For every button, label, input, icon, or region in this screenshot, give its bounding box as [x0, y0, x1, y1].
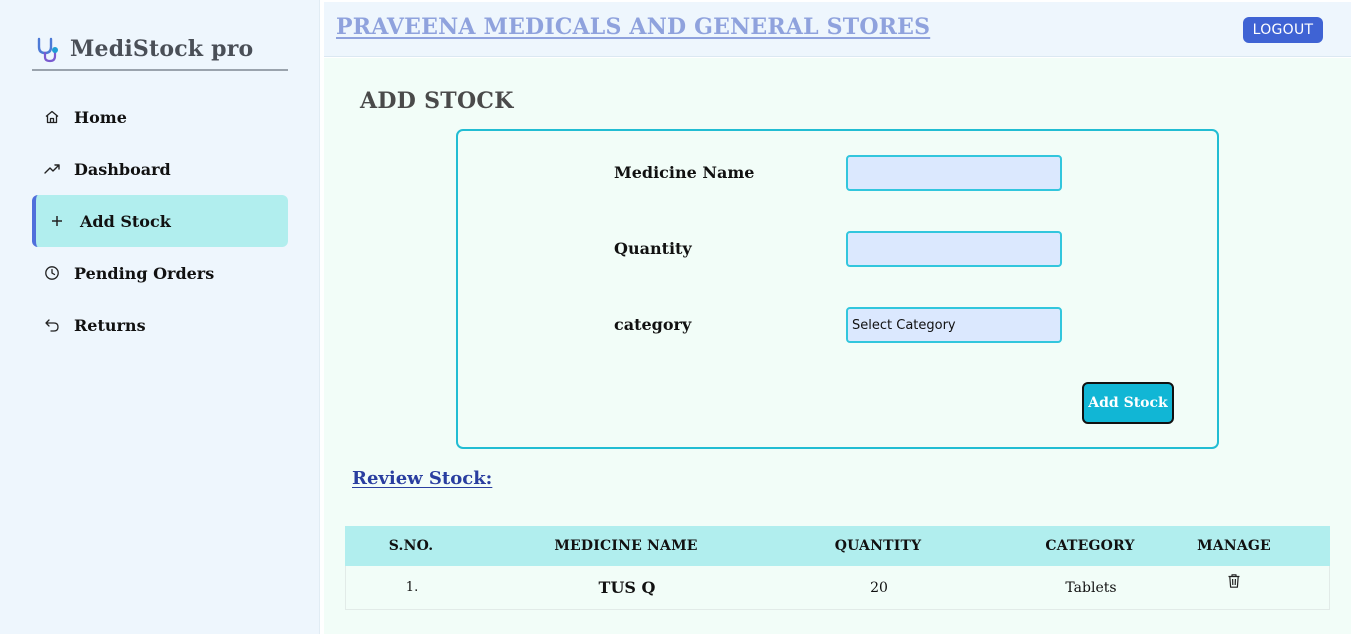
- sidebar: MediStock pro Home Dashboard Add Stock P…: [0, 0, 320, 634]
- quantity-input[interactable]: [846, 231, 1062, 267]
- store-name[interactable]: PRAVEENA MEDICALS AND GENERAL STORES: [336, 14, 930, 40]
- logout-button[interactable]: LOGOUT: [1243, 17, 1323, 43]
- clock-icon: [43, 264, 61, 282]
- add-stock-form: Medicine Name Quantity category Select C…: [456, 129, 1219, 449]
- cell-quantity: 20: [870, 579, 888, 596]
- category-selected-value: Select Category: [852, 317, 956, 333]
- column-header-category: CATEGORY: [1045, 538, 1135, 554]
- cell-sno: 1.: [405, 580, 419, 595]
- cell-category: Tablets: [1065, 579, 1117, 596]
- add-stock-button[interactable]: Add Stock: [1082, 382, 1174, 424]
- cell-medicine-name: TUS Q: [598, 578, 656, 597]
- stethoscope-icon: [37, 37, 58, 63]
- trend-icon: [43, 160, 61, 178]
- sidebar-item-dashboard[interactable]: Dashboard: [32, 143, 288, 195]
- sidebar-item-home[interactable]: Home: [32, 91, 288, 143]
- main-content: ADD STOCK Medicine Name Quantity categor…: [324, 58, 1351, 634]
- table-header: S.NO. MEDICINE NAME QUANTITY CATEGORY MA…: [345, 526, 1330, 566]
- brand[interactable]: MediStock pro: [32, 34, 288, 71]
- category-label: category: [614, 315, 692, 334]
- sidebar-item-add-stock[interactable]: Add Stock: [32, 195, 288, 247]
- sidebar-item-pending-orders[interactable]: Pending Orders: [32, 247, 288, 299]
- column-header-sno: S.NO.: [388, 538, 434, 554]
- column-header-quantity: QUANTITY: [834, 538, 922, 554]
- return-icon: [43, 316, 61, 334]
- column-header-medicine-name: MEDICINE NAME: [554, 538, 698, 554]
- sidebar-item-label: Dashboard: [74, 159, 171, 179]
- header-bar: PRAVEENA MEDICALS AND GENERAL STORES LOG…: [324, 2, 1351, 57]
- sidebar-item-label: Pending Orders: [74, 263, 215, 283]
- medicine-name-input[interactable]: [846, 155, 1062, 191]
- table-row: 1. TUS Q 20 Tablets: [345, 566, 1330, 610]
- sidebar-item-returns[interactable]: Returns: [32, 299, 288, 351]
- review-stock-title: Review Stock:: [352, 468, 493, 489]
- plus-icon: [48, 212, 66, 230]
- medicine-name-label: Medicine Name: [614, 163, 755, 182]
- sidebar-item-label: Returns: [74, 315, 146, 335]
- column-header-manage: MANAGE: [1197, 538, 1271, 554]
- page-title: ADD STOCK: [360, 88, 514, 114]
- trash-icon[interactable]: [1227, 573, 1241, 593]
- quantity-label: Quantity: [614, 239, 692, 258]
- category-select[interactable]: Select Category: [846, 307, 1062, 343]
- stock-table: S.NO. MEDICINE NAME QUANTITY CATEGORY MA…: [345, 526, 1330, 610]
- brand-name: MediStock pro: [70, 36, 254, 62]
- sidebar-item-label: Home: [74, 107, 127, 127]
- home-icon: [43, 108, 61, 126]
- sidebar-item-label: Add Stock: [80, 211, 171, 231]
